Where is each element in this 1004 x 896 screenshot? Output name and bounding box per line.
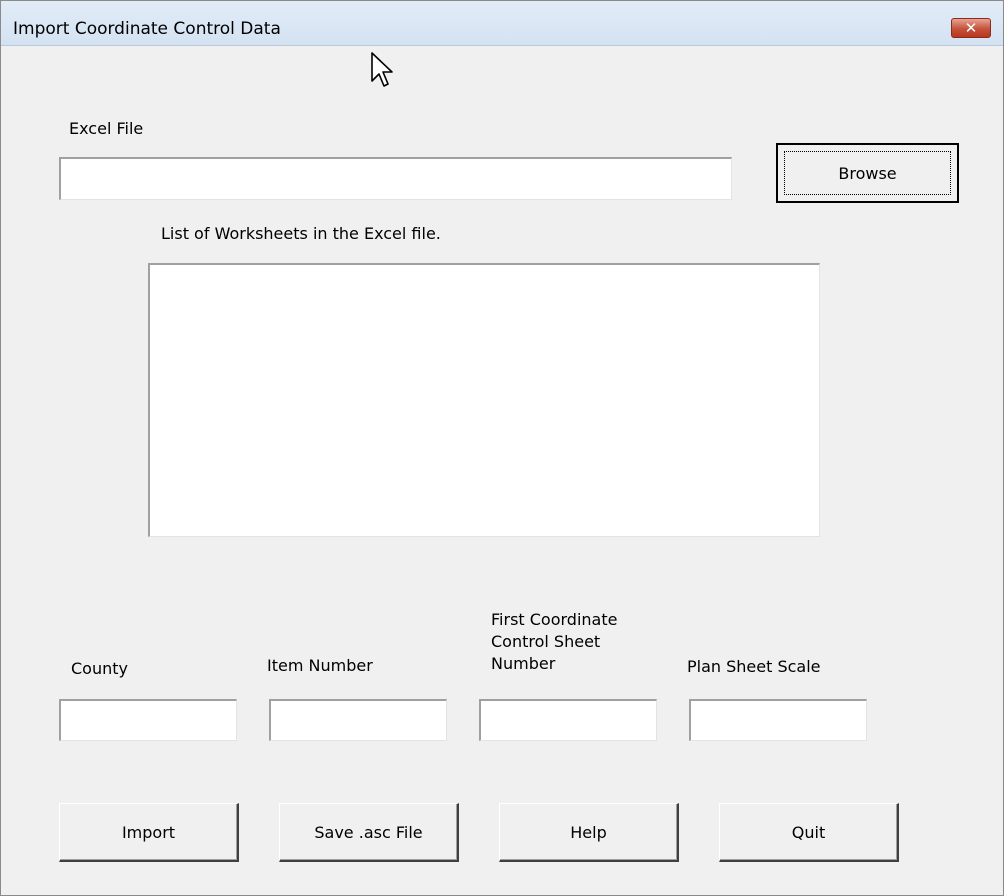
save-asc-file-button-label: Save .asc File — [314, 822, 423, 842]
plan-sheet-scale-input[interactable] — [689, 699, 867, 741]
help-button[interactable]: Help — [499, 803, 679, 862]
worksheets-listbox[interactable] — [148, 263, 820, 537]
worksheets-label: List of Worksheets in the Excel file. — [161, 224, 441, 243]
first-sheet-number-input[interactable] — [479, 699, 657, 741]
mouse-cursor-icon — [371, 52, 393, 87]
browse-button[interactable]: Browse — [776, 143, 959, 203]
item-number-label: Item Number — [267, 656, 373, 675]
county-label: County — [71, 659, 128, 678]
county-input[interactable] — [59, 699, 237, 741]
close-icon: ✕ — [964, 19, 978, 37]
focus-rectangle — [784, 151, 951, 195]
plan-sheet-scale-label: Plan Sheet Scale — [687, 657, 821, 676]
excel-file-input[interactable] — [59, 157, 732, 200]
quit-button[interactable]: Quit — [719, 803, 899, 862]
item-number-input[interactable] — [269, 699, 447, 741]
import-button[interactable]: Import — [59, 803, 239, 862]
help-button-label: Help — [570, 822, 607, 842]
window-title: Import Coordinate Control Data — [13, 19, 281, 39]
import-button-label: Import — [121, 822, 176, 842]
excel-file-label: Excel File — [69, 119, 144, 138]
save-asc-file-button[interactable]: Save .asc File — [279, 803, 459, 862]
title-bar[interactable]: Import Coordinate Control Data ✕ — [1, 1, 1003, 46]
quit-button-label: Quit — [791, 822, 826, 842]
first-sheet-number-label: First Coordinate Control Sheet Number — [491, 610, 618, 673]
close-button[interactable]: ✕ — [951, 18, 991, 38]
import-dialog: Import Coordinate Control Data ✕ Excel F… — [0, 0, 1004, 896]
